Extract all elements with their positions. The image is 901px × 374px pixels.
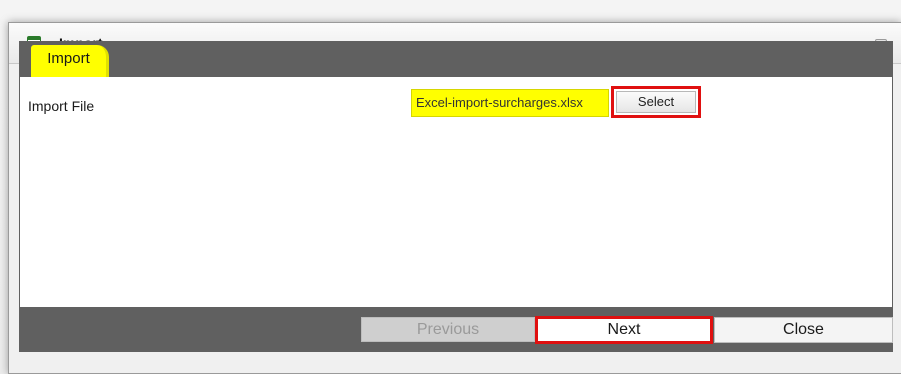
previous-button[interactable]: Previous bbox=[361, 317, 535, 342]
import-file-label: Import File bbox=[28, 98, 95, 114]
select-button-label: Select bbox=[616, 91, 696, 113]
tab-import[interactable]: Import bbox=[31, 45, 109, 77]
tab-strip: Import bbox=[19, 41, 893, 77]
select-button[interactable]: Select bbox=[611, 86, 701, 118]
next-button[interactable]: Next bbox=[535, 316, 713, 344]
tab-content: Import File Excel-import-surcharges.xlsx… bbox=[19, 77, 893, 307]
import-file-field[interactable]: Excel-import-surcharges.xlsx bbox=[411, 89, 609, 117]
close-button[interactable]: Close bbox=[714, 317, 893, 343]
button-bar: Previous Next Close bbox=[19, 307, 893, 352]
